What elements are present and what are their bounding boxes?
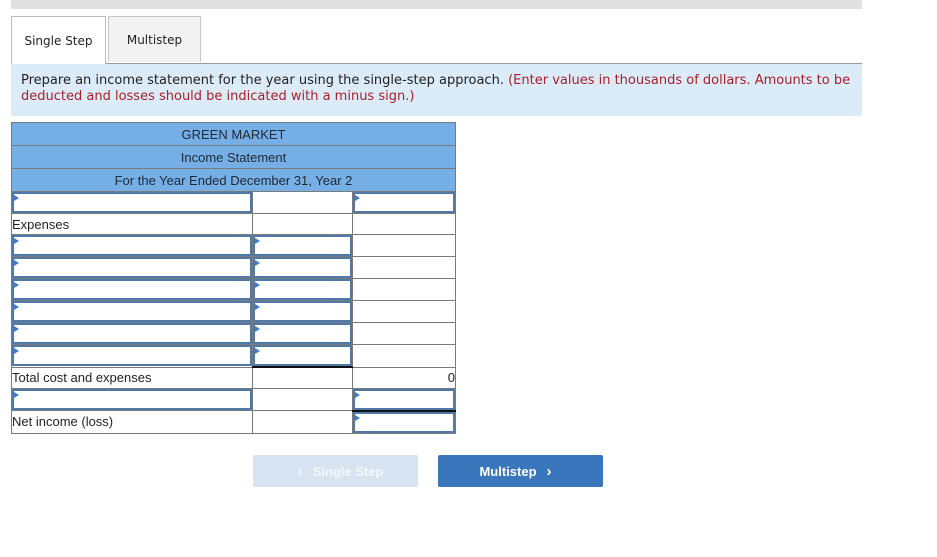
statement-period: For the Year Ended December 31, Year 2 [11,168,456,192]
expense-amount-input[interactable] [253,279,352,300]
income-amount-input[interactable] [353,388,455,410]
instructions-panel: Prepare an income statement for the year… [11,64,862,116]
expense-label-dropdown[interactable] [12,301,252,322]
expense-amount-input[interactable] [253,235,352,256]
expense-amount-input[interactable] [253,345,352,366]
expenses-header-row: Expenses [11,213,456,235]
expense-label-dropdown[interactable] [12,323,252,344]
chevron-left-icon: ‹ [297,462,303,480]
expense-amount-input[interactable] [253,323,352,344]
chevron-right-icon: › [546,462,552,480]
statement-title: Income Statement [11,145,456,169]
tab-bar: Single Step Multistep [11,16,862,64]
revenue-row [11,191,456,214]
expense-row [11,278,456,301]
prev-button-label: Single Step [312,463,384,479]
total-row: Total cost and expenses 0 [11,366,456,389]
expenses-label: Expenses [11,213,253,235]
expense-row [11,256,456,279]
revenue-amount-input[interactable] [353,192,455,213]
empty-cell [252,191,353,214]
income-row [11,387,456,412]
expense-row [11,322,456,345]
net-income-input[interactable] [353,411,455,433]
next-button-label: Multistep [479,463,537,479]
net-income-label: Net income (loss) [11,410,253,434]
expense-amount-input[interactable] [253,301,352,322]
expense-label-dropdown[interactable] [12,279,252,300]
total-value: 0 [352,366,456,389]
tab-multistep[interactable]: Multistep [108,16,201,62]
net-income-row: Net income (loss) [11,410,456,434]
company-name: GREEN MARKET [11,122,456,146]
expense-label-dropdown[interactable] [12,345,252,367]
top-bar [11,0,862,9]
next-multistep-button[interactable]: Multistep › [438,455,603,487]
expense-label-dropdown[interactable] [12,235,252,256]
tab-single-step[interactable]: Single Step [11,16,106,64]
expense-row [11,234,456,257]
income-statement-table: GREEN MARKET Income Statement For the Ye… [11,122,456,434]
expense-amount-input[interactable] [253,257,352,278]
expense-row [11,300,456,323]
expense-label-dropdown[interactable] [12,257,252,278]
prev-single-step-button[interactable]: ‹ Single Step [253,455,418,487]
total-label: Total cost and expenses [11,366,253,389]
expense-row [11,344,456,368]
revenue-label-dropdown[interactable] [12,192,252,213]
income-label-dropdown[interactable] [12,388,252,410]
instruction-text: Prepare an income statement for the year… [21,73,504,88]
